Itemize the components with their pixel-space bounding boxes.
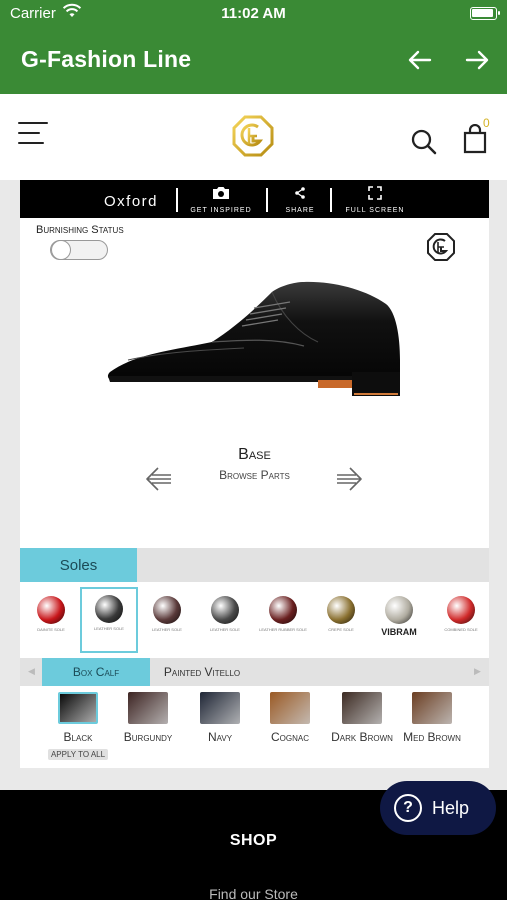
sole-swatch — [95, 595, 123, 623]
leather-tab-strip: ◀ Box Calf Painted Vitello ▶ — [20, 658, 489, 686]
leather-swatch — [270, 692, 310, 724]
get-inspired-label: GET INSPIRED — [190, 207, 252, 214]
sole-option[interactable]: CREPE SOLE — [312, 590, 370, 632]
leather-color-options: Black APPLY TO ALL Burgundy Navy Cognac Dark … — [20, 686, 489, 766]
leather-color-option[interactable]: Burgundy — [112, 692, 184, 744]
leather-color-option[interactable]: Med Brown — [396, 692, 468, 744]
help-button[interactable]: ? Help — [380, 781, 496, 835]
apply-to-all-button[interactable]: APPLY TO ALL — [47, 749, 109, 760]
get-inspired-button[interactable]: GET INSPIRED — [186, 186, 256, 214]
sole-name: LEATHER SOLE — [94, 626, 124, 631]
leather-color-name: Med Brown — [403, 730, 461, 744]
sole-options: DAINITE SOLE LEATHER SOLE LEATHER SOLE LEAT… — [20, 584, 489, 656]
status-bar: Carrier 11:02 AM — [0, 0, 507, 28]
sole-tab-strip: Soles — [20, 548, 489, 582]
burnishing-status-label: Burnishing Status — [36, 224, 124, 236]
sole-option[interactable]: LEATHER SOLE — [80, 587, 138, 653]
leather-color-name: Burgundy — [123, 730, 173, 744]
site-header: 0 — [0, 94, 507, 180]
app-title: G-Fashion Line — [21, 46, 192, 72]
scroll-right-icon[interactable]: ▶ — [474, 666, 481, 677]
find-store-link[interactable]: Find our Store — [0, 886, 507, 900]
configurator-area: Oxford GET INSPIRED SHARE FULL SCREEN Bu… — [0, 180, 507, 790]
full-screen-label: FULL SCREEN — [345, 207, 405, 214]
sole-option[interactable]: LEATHER SOLE — [138, 590, 196, 632]
next-part-arrow-icon[interactable] — [334, 464, 364, 494]
toolbar-divider — [176, 188, 178, 212]
share-button[interactable]: SHARE — [278, 186, 322, 214]
leather-swatch — [128, 692, 168, 724]
shoe-preview-image[interactable] — [104, 276, 404, 406]
leather-color-name: Cognac — [270, 730, 309, 744]
browse-parts-label[interactable]: Browse Parts — [20, 468, 489, 482]
leather-color-option[interactable]: Black APPLY TO ALL — [42, 692, 114, 762]
sole-name: COMBINED SOLE — [444, 627, 478, 632]
sole-swatch — [211, 596, 239, 624]
configurator-card: Oxford GET INSPIRED SHARE FULL SCREEN Bu… — [20, 180, 489, 768]
sole-option[interactable]: COMBINED SOLE — [432, 590, 490, 632]
sole-name: CREPE SOLE — [328, 627, 354, 632]
clock: 11:02 AM — [221, 5, 286, 22]
menu-icon[interactable] — [18, 122, 48, 146]
sole-name: LEATHER SOLE — [210, 627, 240, 632]
full-screen-button[interactable]: FULL SCREEN — [342, 186, 408, 214]
leather-color-name: Black — [63, 730, 93, 744]
sole-swatch — [447, 596, 475, 624]
sole-name: LEATHER SOLE — [152, 627, 182, 632]
battery-icon — [470, 7, 500, 20]
sole-option[interactable]: LEATHER SOLE — [196, 590, 254, 632]
search-icon[interactable] — [410, 128, 438, 156]
share-label: SHARE — [285, 207, 315, 214]
part-title: Base — [238, 446, 271, 463]
sole-swatch — [327, 596, 355, 624]
camera-icon — [213, 187, 229, 199]
question-icon: ? — [394, 794, 422, 822]
leather-color-name: Navy — [207, 730, 233, 744]
leather-color-name: Dark Brown — [331, 730, 393, 744]
leather-color-option[interactable]: Cognac — [254, 692, 326, 744]
toolbar-divider — [266, 188, 268, 212]
tab-box-calf[interactable]: Box Calf — [42, 658, 150, 686]
tab-soles[interactable]: Soles — [20, 548, 137, 582]
sole-swatch — [385, 596, 413, 624]
leather-swatch — [342, 692, 382, 724]
leather-swatch — [412, 692, 452, 724]
sole-option[interactable]: LEATHER RUBBER SOLE — [254, 590, 312, 632]
sole-option[interactable]: VIBRAM — [370, 590, 428, 637]
share-icon — [295, 187, 305, 199]
sole-name: DAINITE SOLE — [37, 627, 65, 632]
leather-color-option[interactable]: Dark Brown — [326, 692, 398, 744]
brand-logo[interactable] — [231, 114, 275, 158]
forward-arrow-icon[interactable] — [462, 45, 492, 75]
toolbar-divider — [330, 188, 332, 212]
cart-count-badge: 0 — [483, 116, 490, 130]
burnishing-toggle[interactable] — [50, 240, 108, 260]
app-bar: Carrier 11:02 AM G-Fashion Line — [0, 0, 507, 94]
sole-swatch — [153, 596, 181, 624]
leather-swatch — [58, 692, 98, 724]
sole-name: LEATHER RUBBER SOLE — [259, 627, 307, 632]
sole-name: VIBRAM — [381, 627, 417, 637]
model-name[interactable]: Oxford — [104, 193, 158, 210]
scroll-left-icon[interactable]: ◀ — [28, 666, 35, 677]
leather-swatch — [200, 692, 240, 724]
fullscreen-icon — [368, 186, 382, 200]
sole-swatch — [37, 596, 65, 624]
sole-swatch — [269, 596, 297, 624]
collection-logo — [426, 232, 456, 262]
help-label: Help — [432, 797, 470, 818]
tab-painted-vitello[interactable]: Painted Vitello — [150, 658, 254, 686]
back-arrow-icon[interactable] — [405, 45, 435, 75]
sole-option[interactable]: DAINITE SOLE — [22, 590, 80, 632]
toggle-knob — [51, 240, 71, 260]
configurator-toolbar: Oxford GET INSPIRED SHARE FULL SCREEN — [20, 180, 489, 218]
leather-color-option[interactable]: Navy — [184, 692, 256, 744]
